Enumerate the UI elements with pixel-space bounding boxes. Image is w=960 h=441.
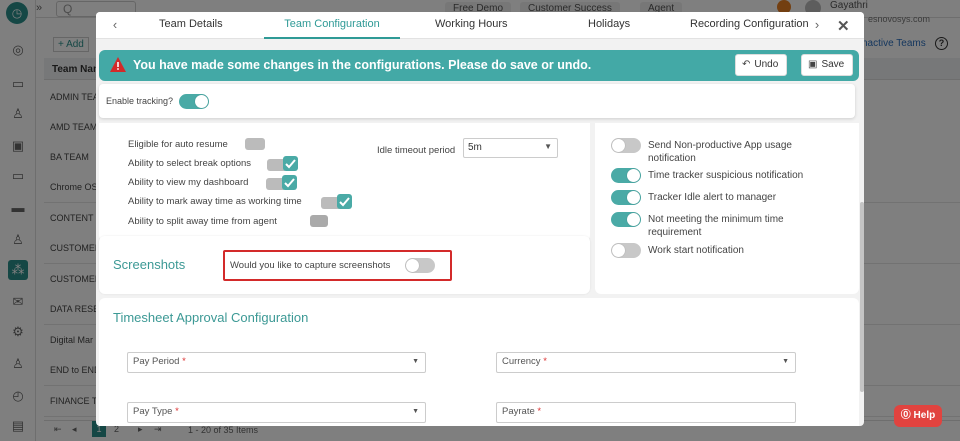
currency-select[interactable]: Currency * ▼ xyxy=(496,352,796,373)
required-marker: * xyxy=(175,406,179,417)
tab-prev-icon[interactable]: ‹ xyxy=(106,16,124,34)
notification-label: Send Non-productive App usage notificati… xyxy=(648,140,792,164)
required-marker: * xyxy=(543,356,547,367)
notification-label: Tracker Idle alert to manager xyxy=(648,192,777,203)
scrollbar[interactable] xyxy=(860,202,864,392)
timesheet-title: Timesheet Approval Configuration xyxy=(113,310,309,325)
pay-type-select[interactable]: Pay Type * ▼ xyxy=(127,402,426,423)
enable-tracking-bar: Enable tracking? xyxy=(99,84,855,118)
pay-type-label: Pay Type xyxy=(133,406,173,417)
capture-screenshots-highlight: Would you like to capture screenshots xyxy=(223,250,452,281)
chevron-down-icon: ▼ xyxy=(544,142,552,151)
notification-toggle-idle-alert[interactable] xyxy=(611,190,641,205)
tab-team-details[interactable]: Team Details xyxy=(159,12,223,39)
chevron-down-icon: ▼ xyxy=(782,358,789,365)
idle-timeout-select[interactable]: 5m ▼ xyxy=(463,138,558,158)
notification-toggle-suspicious[interactable] xyxy=(611,168,641,183)
undo-icon: ↶ xyxy=(742,59,751,70)
help-label: Help xyxy=(913,410,936,421)
help-icon: ⓪ xyxy=(900,410,914,421)
close-icon[interactable]: ✕ xyxy=(837,19,850,34)
option-break-options-label: Ability to select break options xyxy=(128,158,252,169)
currency-label: Currency xyxy=(502,356,541,367)
capture-screenshots-toggle[interactable] xyxy=(405,258,435,273)
pay-period-select[interactable]: Pay Period * ▼ xyxy=(127,352,426,373)
alert-message: You have made some changes in the config… xyxy=(133,58,592,72)
required-marker: * xyxy=(537,406,542,417)
notification-label: Not meeting the minimum time requirement xyxy=(648,214,784,238)
unsaved-changes-alert: You have made some changes in the config… xyxy=(99,50,859,81)
pay-period-label: Pay Period xyxy=(133,356,180,367)
notification-toggle-non-productive[interactable] xyxy=(611,138,641,153)
screenshots-title: Screenshots xyxy=(113,257,186,272)
option-split-away-label: Ability to split away time from agent xyxy=(128,216,277,227)
notification-toggle-work-start[interactable] xyxy=(611,243,641,258)
payrate-label: Payrate xyxy=(502,406,535,417)
tab-team-configuration[interactable]: Team Configuration xyxy=(264,12,400,39)
tab-bar: ‹ Team Details Team Configuration Workin… xyxy=(96,12,864,39)
enable-tracking-label: Enable tracking? xyxy=(106,96,174,106)
tab-working-hours[interactable]: Working Hours xyxy=(435,12,508,39)
tab-holidays[interactable]: Holidays xyxy=(588,12,630,39)
timesheet-approval-card: Timesheet Approval Configuration Pay Per… xyxy=(99,298,859,426)
option-auto-resume-label: Eligible for auto resume xyxy=(128,139,228,150)
capture-screenshots-label: Would you like to capture screenshots xyxy=(230,260,391,271)
idle-timeout-value: 5m xyxy=(468,142,482,153)
screenshots-card: Screenshots Would you like to capture sc… xyxy=(99,236,590,294)
save-button[interactable]: ▣ Save xyxy=(801,54,854,76)
help-button[interactable]: ⓪ Help xyxy=(894,405,942,427)
chevron-down-icon: ▼ xyxy=(412,408,419,415)
notification-label: Work start notification xyxy=(648,245,744,256)
option-view-dashboard-label: Ability to view my dashboard xyxy=(128,177,249,188)
tracking-options-card: Eligible for auto resume Ability to sele… xyxy=(99,123,590,241)
notification-toggle-min-time[interactable] xyxy=(611,212,641,227)
chevron-down-icon: ▼ xyxy=(412,358,419,365)
option-auto-resume-switch[interactable] xyxy=(245,138,265,150)
enable-tracking-toggle[interactable] xyxy=(179,94,209,109)
undo-label: Undo xyxy=(754,59,779,70)
tab-recording-configuration[interactable]: Recording Configuration xyxy=(690,12,809,39)
undo-button[interactable]: ↶ Undo xyxy=(735,54,788,76)
option-split-away-switch[interactable] xyxy=(310,215,328,227)
notifications-card: Send Non-productive App usage notificati… xyxy=(595,123,859,294)
save-label: Save xyxy=(821,59,845,70)
checkbox-checked[interactable] xyxy=(283,156,298,171)
option-away-working-label: Ability to mark away time as working tim… xyxy=(128,196,302,207)
payrate-input[interactable]: Payrate * xyxy=(496,402,796,423)
team-config-modal: ‹ Team Details Team Configuration Workin… xyxy=(96,12,864,426)
warning-icon xyxy=(110,57,126,72)
notification-label: Time tracker suspicious notification xyxy=(648,170,804,181)
idle-timeout-label: Idle timeout period xyxy=(377,145,456,156)
required-marker: * xyxy=(182,356,186,367)
checkbox-checked[interactable] xyxy=(337,194,352,209)
save-icon: ▣ xyxy=(808,59,818,70)
tab-next-icon[interactable]: › xyxy=(808,16,826,34)
checkbox-checked[interactable] xyxy=(282,175,297,190)
